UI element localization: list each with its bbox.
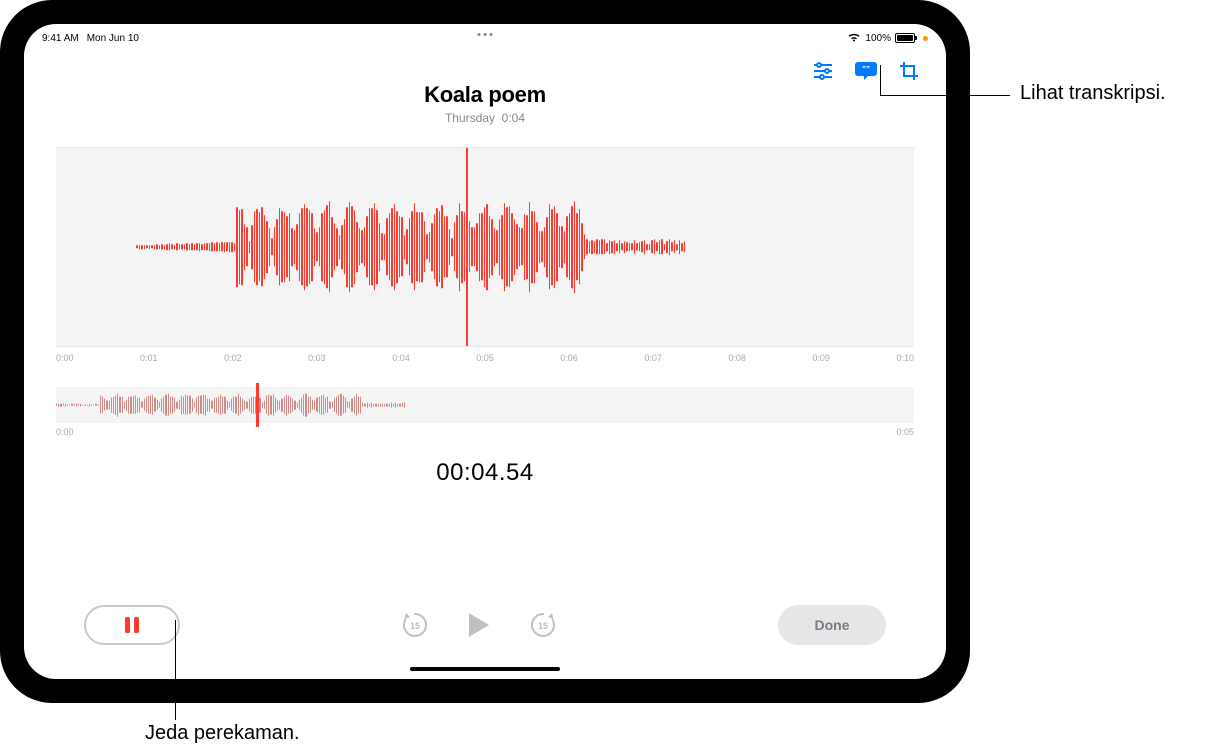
battery-percent: 100% bbox=[865, 33, 891, 44]
callout-pause: Jeda perekaman. bbox=[145, 722, 300, 745]
status-time: 9:41 AM bbox=[42, 33, 79, 44]
status-bar: 9:41 AM Mon Jun 10 100% bbox=[24, 24, 946, 48]
recording-title[interactable]: Koala poem bbox=[24, 82, 946, 108]
status-date: Mon Jun 10 bbox=[87, 33, 139, 44]
svg-text:15: 15 bbox=[410, 621, 420, 631]
transcript-icon[interactable]: ”” bbox=[854, 61, 878, 81]
ruler-tick: 0:08 bbox=[728, 353, 746, 363]
ruler-tick: 0:05 bbox=[476, 353, 494, 363]
wifi-icon bbox=[847, 32, 861, 45]
playhead[interactable] bbox=[466, 147, 468, 347]
multitask-dots[interactable] bbox=[478, 33, 493, 36]
ruler-tick: 0:02 bbox=[224, 353, 242, 363]
time-ruler: 0:00 0:01 0:02 0:03 0:04 0:05 0:06 0:07 0:08 0:09… bbox=[56, 353, 914, 363]
svg-text:””: ”” bbox=[862, 65, 870, 74]
svg-text:15: 15 bbox=[538, 621, 548, 631]
skip-back-15-button[interactable]: 15 bbox=[400, 610, 430, 640]
ruler-tick: 0:07 bbox=[644, 353, 662, 363]
waveform-main[interactable] bbox=[56, 147, 914, 347]
callout-transcript: Lihat transkripsi. bbox=[1020, 82, 1166, 105]
skip-forward-15-button[interactable]: 15 bbox=[528, 610, 558, 640]
ruler-tick: 0:03 bbox=[308, 353, 326, 363]
ruler-tick: 0:01 bbox=[140, 353, 158, 363]
ruler-tick: 0:09 bbox=[812, 353, 830, 363]
home-indicator[interactable] bbox=[410, 667, 560, 671]
play-button[interactable] bbox=[466, 611, 492, 639]
callout-line bbox=[175, 620, 176, 720]
ruler-tick: 0:00 bbox=[56, 353, 74, 363]
timer-label: 00:04.54 bbox=[24, 459, 946, 487]
callout-line bbox=[880, 65, 881, 95]
waveform-overview[interactable] bbox=[56, 387, 914, 423]
battery-icon bbox=[895, 33, 915, 43]
overview-playhead[interactable] bbox=[256, 383, 259, 427]
pause-icon bbox=[125, 617, 139, 633]
options-icon[interactable] bbox=[812, 62, 834, 80]
ipad-device-frame: 9:41 AM Mon Jun 10 100% bbox=[0, 0, 970, 703]
overview-ruler: 0:00 0:05 bbox=[56, 427, 914, 437]
recording-subtitle: Thursday 0:04 bbox=[24, 111, 946, 125]
trim-icon[interactable] bbox=[898, 60, 920, 82]
callout-line bbox=[880, 95, 1010, 96]
pause-button[interactable] bbox=[84, 605, 180, 645]
ruler-tick: 0:10 bbox=[896, 353, 914, 363]
done-button[interactable]: Done bbox=[778, 605, 886, 645]
screen: 9:41 AM Mon Jun 10 100% bbox=[24, 24, 946, 679]
ruler-tick: 0:06 bbox=[560, 353, 578, 363]
ruler-tick: 0:04 bbox=[392, 353, 410, 363]
recording-indicator-dot bbox=[923, 36, 928, 41]
